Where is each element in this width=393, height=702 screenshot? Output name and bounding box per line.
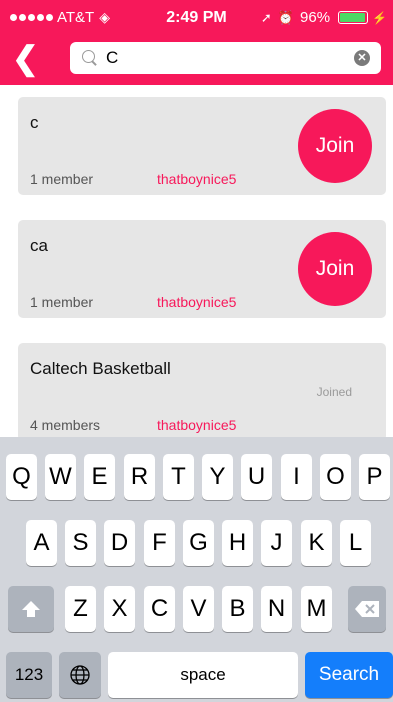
back-chevron-icon[interactable]: ❮	[12, 42, 42, 76]
search-field[interactable]: C ✕	[70, 42, 381, 74]
group-name: c	[30, 113, 39, 132]
group-card[interactable]: c 1 member thatboynice5 Join	[18, 97, 386, 195]
backspace-icon	[355, 601, 379, 617]
group-name: Caltech Basketball	[30, 359, 171, 378]
shift-icon	[22, 601, 40, 617]
key-x[interactable]: X	[104, 586, 135, 632]
group-card[interactable]: ca 1 member thatboynice5 Join	[18, 220, 386, 318]
group-name: ca	[30, 236, 48, 255]
join-button[interactable]: Join	[298, 232, 372, 306]
group-owner-link[interactable]: thatboynice5	[157, 417, 236, 433]
key-c[interactable]: C	[144, 586, 175, 632]
key-j[interactable]: J	[261, 520, 292, 566]
charging-icon: ⚡	[372, 10, 387, 25]
key-e[interactable]: E	[84, 454, 115, 500]
backspace-key[interactable]	[348, 586, 386, 632]
key-t[interactable]: T	[163, 454, 194, 500]
key-a[interactable]: A	[26, 520, 57, 566]
group-card[interactable]: Caltech Basketball Joined 4 members that…	[18, 343, 386, 441]
key-l[interactable]: L	[340, 520, 371, 566]
join-button[interactable]: Join	[298, 109, 372, 183]
key-z[interactable]: Z	[65, 586, 96, 632]
key-b[interactable]: B	[222, 586, 253, 632]
battery-icon	[338, 11, 369, 24]
key-v[interactable]: V	[183, 586, 214, 632]
battery-fill	[340, 13, 365, 22]
key-m[interactable]: M	[301, 586, 332, 632]
group-owner-link[interactable]: thatboynice5	[157, 171, 236, 187]
key-q[interactable]: Q	[6, 454, 37, 500]
key-n[interactable]: N	[261, 586, 292, 632]
key-d[interactable]: D	[104, 520, 135, 566]
joined-status: Joined	[316, 385, 352, 399]
header: AT&T ◈ 2:49 PM ➚ ⏰ 96% ⚡ ❮ C ✕	[0, 0, 393, 85]
key-k[interactable]: K	[301, 520, 332, 566]
key-s[interactable]: S	[65, 520, 96, 566]
member-count: 1 member	[30, 294, 94, 310]
status-right: ➚ ⏰ 96% ⚡	[261, 9, 387, 26]
key-i[interactable]: I	[281, 454, 312, 500]
globe-key[interactable]	[59, 652, 101, 698]
member-count: 4 members	[30, 417, 101, 433]
search-icon	[82, 50, 98, 66]
member-count: 1 member	[30, 171, 94, 187]
keyboard: Q W E R T Y U I O P A S D F G H J K L Z …	[0, 437, 393, 702]
numbers-key[interactable]: 123	[6, 652, 52, 698]
key-p[interactable]: P	[359, 454, 390, 500]
search-input[interactable]: C	[106, 48, 118, 68]
key-h[interactable]: H	[222, 520, 253, 566]
search-key[interactable]: Search	[305, 652, 393, 698]
key-y[interactable]: Y	[202, 454, 233, 500]
key-w[interactable]: W	[45, 454, 76, 500]
screen: AT&T ◈ 2:49 PM ➚ ⏰ 96% ⚡ ❮ C ✕ c 1 membe…	[0, 0, 393, 702]
space-key[interactable]: space	[108, 652, 298, 698]
key-u[interactable]: U	[241, 454, 272, 500]
group-owner-link[interactable]: thatboynice5	[157, 294, 236, 310]
clear-icon[interactable]: ✕	[354, 50, 370, 66]
key-g[interactable]: G	[183, 520, 214, 566]
alarm-icon: ⏰	[277, 9, 295, 25]
key-o[interactable]: O	[320, 454, 351, 500]
location-arrow-icon: ➚	[260, 9, 272, 25]
status-bar: AT&T ◈ 2:49 PM ➚ ⏰ 96% ⚡	[0, 0, 393, 36]
battery-percent: 96%	[300, 9, 331, 26]
key-r[interactable]: R	[124, 454, 155, 500]
key-f[interactable]: F	[144, 520, 175, 566]
globe-icon	[70, 665, 90, 685]
shift-key[interactable]	[8, 586, 54, 632]
